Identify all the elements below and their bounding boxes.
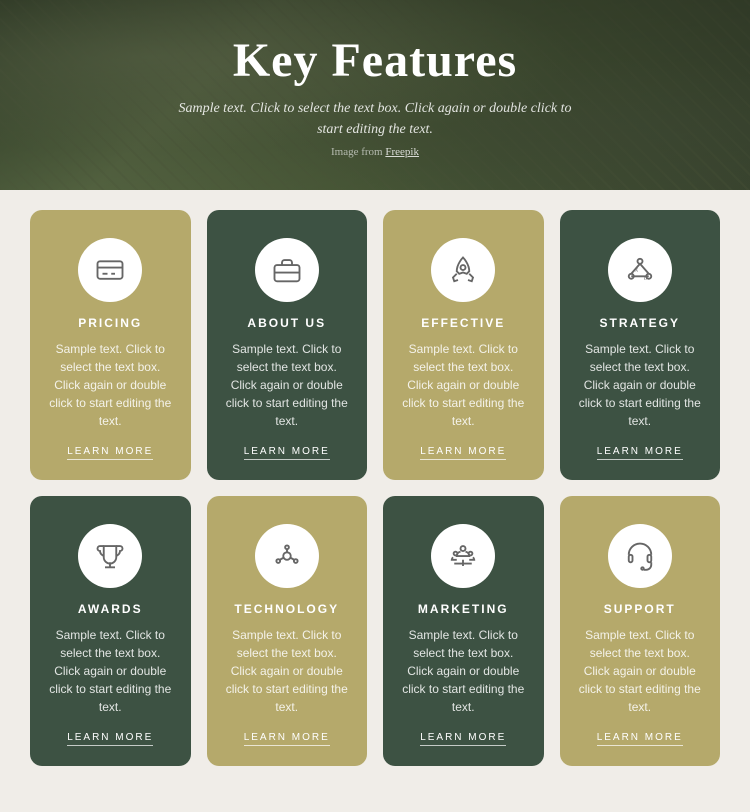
support-title: SUPPORT (604, 602, 676, 616)
cards-section: PRICING Sample text. Click to select the… (0, 190, 750, 812)
strategy-icon: x o (625, 255, 655, 285)
technology-learn-more[interactable]: LEARN MORE (244, 732, 330, 746)
svg-text:o: o (644, 275, 647, 282)
effective-title: EFFECTIVE (421, 316, 505, 330)
about-us-title: ABOUT US (247, 316, 326, 330)
trophy-icon (95, 541, 125, 571)
strategy-icon-circle: x o (608, 238, 672, 302)
effective-learn-more[interactable]: LEARN MORE (420, 446, 506, 460)
card-support: SUPPORT Sample text. Click to select the… (560, 496, 721, 766)
technology-text: Sample text. Click to select the text bo… (223, 626, 352, 718)
effective-icon-circle (431, 238, 495, 302)
awards-icon-circle (78, 524, 142, 588)
team-idea-icon (448, 541, 478, 571)
page-title: Key Features (175, 33, 575, 88)
pricing-learn-more[interactable]: LEARN MORE (67, 446, 153, 460)
rocket-icon (448, 255, 478, 285)
hero-attribution: Image from Freepik (175, 146, 575, 158)
awards-title: AWARDS (78, 602, 143, 616)
hero-content: Key Features Sample text. Click to selec… (155, 13, 595, 178)
pricing-icon-circle (78, 238, 142, 302)
support-text: Sample text. Click to select the text bo… (576, 626, 705, 718)
card-effective: EFFECTIVE Sample text. Click to select t… (383, 210, 544, 480)
card-strategy: x o STRATEGY Sample text. Click to selec… (560, 210, 721, 480)
strategy-learn-more[interactable]: LEARN MORE (597, 446, 683, 460)
gear-network-icon (272, 541, 302, 571)
about-us-learn-more[interactable]: LEARN MORE (244, 446, 330, 460)
marketing-text: Sample text. Click to select the text bo… (399, 626, 528, 718)
about-us-icon-circle (255, 238, 319, 302)
pricing-title: PRICING (78, 316, 142, 330)
marketing-icon-circle (431, 524, 495, 588)
headset-icon (625, 541, 655, 571)
card-about-us: ABOUT US Sample text. Click to select th… (207, 210, 368, 480)
card-technology: TECHNOLOGY Sample text. Click to select … (207, 496, 368, 766)
technology-title: TECHNOLOGY (234, 602, 339, 616)
support-learn-more[interactable]: LEARN MORE (597, 732, 683, 746)
effective-text: Sample text. Click to select the text bo… (399, 340, 528, 432)
svg-text:x: x (635, 266, 639, 273)
strategy-title: STRATEGY (600, 316, 680, 330)
awards-learn-more[interactable]: LEARN MORE (67, 732, 153, 746)
hero-subtitle: Sample text. Click to select the text bo… (175, 98, 575, 140)
marketing-title: MARKETING (418, 602, 509, 616)
card-pricing: PRICING Sample text. Click to select the… (30, 210, 191, 480)
pricing-text: Sample text. Click to select the text bo… (46, 340, 175, 432)
briefcase-icon (272, 255, 302, 285)
card-marketing: MARKETING Sample text. Click to select t… (383, 496, 544, 766)
cards-row-2: AWARDS Sample text. Click to select the … (30, 496, 720, 766)
hero-section: Key Features Sample text. Click to selec… (0, 0, 750, 190)
freepik-link[interactable]: Freepik (385, 146, 419, 158)
technology-icon-circle (255, 524, 319, 588)
support-icon-circle (608, 524, 672, 588)
awards-text: Sample text. Click to select the text bo… (46, 626, 175, 718)
credit-card-icon (95, 255, 125, 285)
marketing-learn-more[interactable]: LEARN MORE (420, 732, 506, 746)
card-awards: AWARDS Sample text. Click to select the … (30, 496, 191, 766)
cards-row-1: PRICING Sample text. Click to select the… (30, 210, 720, 480)
about-us-text: Sample text. Click to select the text bo… (223, 340, 352, 432)
strategy-text: Sample text. Click to select the text bo… (576, 340, 705, 432)
